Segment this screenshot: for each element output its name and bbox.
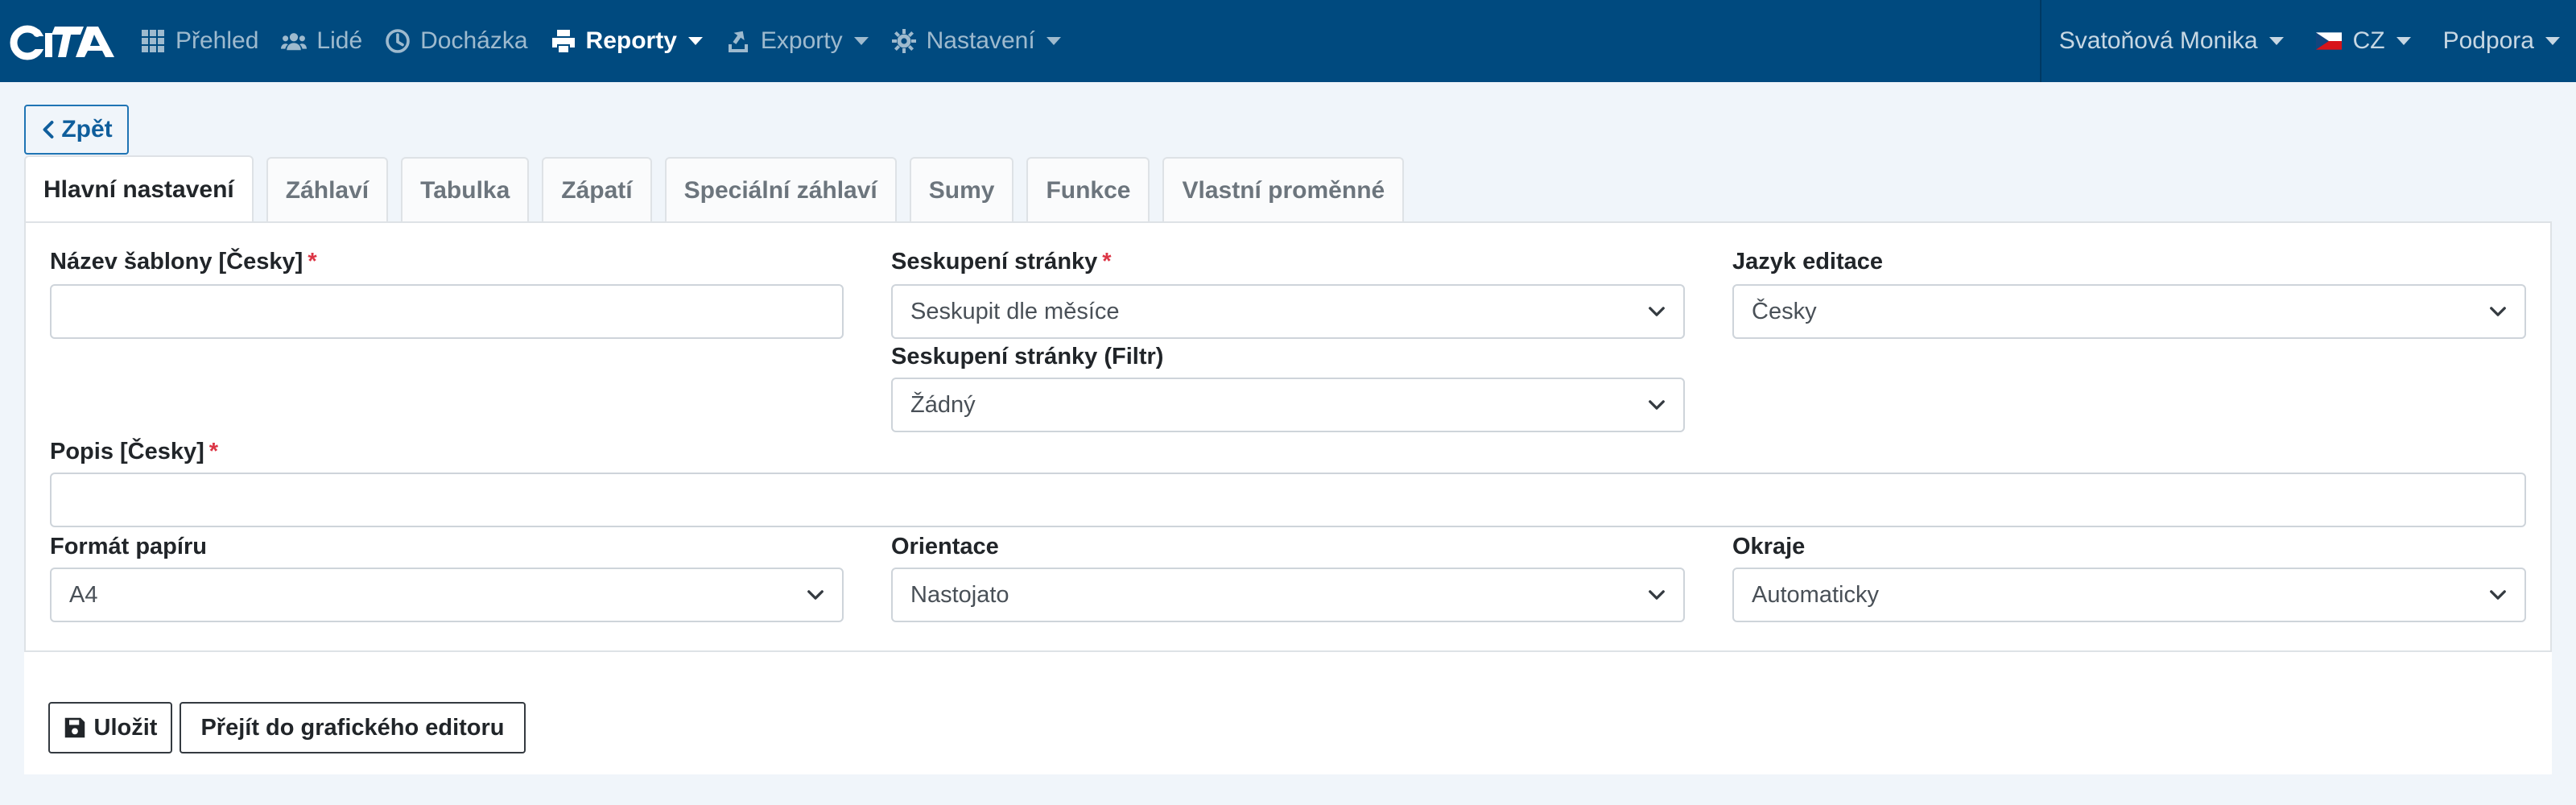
- save-button[interactable]: Uložit: [48, 702, 172, 753]
- margins-select[interactable]: Automaticky: [1732, 568, 2526, 622]
- template-name-field: Název šablony [Česky] *: [50, 249, 844, 339]
- chevron-down-icon: [853, 37, 869, 45]
- nav-people-label: Lidé: [316, 27, 363, 54]
- cita-logo[interactable]: [0, 0, 129, 82]
- page-grouping-field: Seskupení stránky * Seskupit dle měsíce: [891, 249, 1685, 339]
- save-button-label: Uložit: [93, 714, 158, 741]
- margins-label: Okraje: [1732, 534, 1806, 559]
- nav-exports[interactable]: Exporty: [714, 0, 880, 82]
- template-name-label: Název šablony [Česky] *: [50, 249, 844, 275]
- edit-language-label: Jazyk editace: [1732, 249, 1884, 275]
- required-mark: *: [208, 439, 219, 464]
- paper-format-label: Formát papíru: [50, 534, 207, 559]
- page-grouping-label-text: Seskupení stránky: [891, 249, 1098, 275]
- settings-tabs: Hlavní nastavení Záhlaví Tabulka Zápatí …: [24, 155, 2552, 223]
- page-grouping-select[interactable]: Seskupit dle měsíce: [891, 284, 1685, 339]
- edit-language-value: Česky: [1752, 298, 1817, 324]
- nav-divider: [2039, 0, 2041, 82]
- page-grouping-filter-select[interactable]: Žádný: [891, 378, 1685, 432]
- chevron-down-icon: [1649, 400, 1665, 410]
- print-icon: [551, 30, 575, 52]
- main-settings-panel: Název šablony [Česky] * Seskupení stránky…: [24, 221, 2552, 652]
- edit-language-select[interactable]: Česky: [1732, 284, 2526, 339]
- nav-right-group: Svatoňová Monika CZ Podpora: [2039, 0, 2576, 82]
- export-icon: [728, 31, 748, 52]
- nav-attendance[interactable]: Docházka: [374, 0, 539, 82]
- paper-format-field: Formát papíru A4: [50, 534, 844, 622]
- chevron-down-icon: [1046, 37, 1061, 45]
- orientation-field: Orientace Nastojato: [891, 534, 1685, 622]
- language-menu[interactable]: CZ: [2300, 0, 2427, 82]
- nav-overview[interactable]: Přehled: [129, 0, 270, 82]
- tab-sums[interactable]: Sumy: [909, 157, 1014, 223]
- required-mark: *: [308, 249, 317, 275]
- cita-logo-icon: [10, 25, 114, 60]
- template-name-label-text: Název šablony [Česky]: [50, 249, 303, 275]
- chevron-down-icon: [1649, 590, 1665, 600]
- page-grouping-filter-value: Žádný: [910, 391, 976, 418]
- nav-exports-label: Exporty: [760, 27, 843, 54]
- tab-header[interactable]: Záhlaví: [266, 157, 389, 223]
- page-grouping-value: Seskupit dle měsíce: [910, 298, 1120, 324]
- edit-language-field: Jazyk editace Česky: [1732, 249, 2526, 339]
- page-grouping-label: Seskupení stránky *: [891, 249, 1685, 275]
- tab-custom-variables[interactable]: Vlastní proměnné: [1162, 157, 1405, 223]
- gear-icon: [891, 29, 916, 53]
- top-navbar: Přehled Lidé Docházka Reporty Exporty Na…: [0, 0, 2576, 82]
- form-actions: Uložit Přejít do grafického editoru: [24, 652, 2552, 774]
- nav-settings[interactable]: Nastavení: [880, 0, 1072, 82]
- tab-table[interactable]: Tabulka: [401, 157, 530, 223]
- nav-reports-label: Reporty: [585, 27, 677, 54]
- nav-attendance-label: Docházka: [420, 27, 528, 54]
- chevron-down-icon: [807, 590, 824, 600]
- chevron-down-icon: [2268, 37, 2284, 45]
- margins-value: Automaticky: [1752, 581, 1879, 608]
- description-label: Popis [Česky] *: [50, 439, 2526, 465]
- tab-special-header[interactable]: Speciální záhlaví: [664, 157, 897, 223]
- description-field: Popis [Česky] *: [50, 439, 2526, 527]
- language-label: CZ: [2352, 27, 2385, 54]
- user-menu[interactable]: Svatoňová Monika: [2043, 0, 2300, 82]
- tab-functions[interactable]: Funkce: [1026, 157, 1150, 223]
- page-grouping-filter-field: Seskupení stránky (Filtr) Žádný: [891, 344, 1685, 432]
- support-label: Podpora: [2442, 27, 2534, 54]
- tab-footer[interactable]: Zápatí: [542, 157, 652, 223]
- user-name: Svatoňová Monika: [2058, 27, 2258, 54]
- orientation-label: Orientace: [891, 534, 999, 559]
- page-grouping-filter-label: Seskupení stránky (Filtr): [891, 344, 1164, 369]
- chevron-left-icon: [43, 121, 54, 138]
- grid-icon: [142, 30, 164, 52]
- nav-reports[interactable]: Reporty: [539, 0, 714, 82]
- back-button[interactable]: Zpět: [24, 105, 129, 155]
- nav-settings-label: Nastavení: [926, 27, 1035, 54]
- chevron-down-icon: [2545, 37, 2560, 45]
- czech-flag-icon: [2315, 32, 2342, 50]
- users-icon: [281, 33, 308, 51]
- template-name-input[interactable]: [50, 284, 844, 339]
- support-menu[interactable]: Podpora: [2427, 0, 2576, 82]
- graphic-editor-button[interactable]: Přejít do grafického editoru: [180, 702, 526, 753]
- nav-overview-label: Přehled: [175, 27, 259, 54]
- chevron-down-icon: [2490, 307, 2506, 316]
- back-button-label: Zpět: [61, 116, 113, 142]
- description-input[interactable]: [50, 473, 2526, 527]
- orientation-select[interactable]: Nastojato: [891, 568, 1685, 622]
- chevron-down-icon: [2490, 590, 2506, 600]
- nav-people[interactable]: Lidé: [270, 0, 374, 82]
- tab-main-settings[interactable]: Hlavní nastavení: [24, 155, 254, 223]
- chevron-down-icon: [687, 37, 703, 45]
- clock-icon: [386, 29, 410, 53]
- description-label-text: Popis [Česky]: [50, 439, 204, 464]
- chevron-down-icon: [1649, 307, 1665, 316]
- paper-format-value: A4: [69, 581, 98, 608]
- save-icon: [64, 717, 85, 738]
- margins-field: Okraje Automaticky: [1732, 534, 2526, 622]
- chevron-down-icon: [2396, 37, 2411, 45]
- orientation-value: Nastojato: [910, 581, 1009, 608]
- required-mark: *: [1102, 249, 1112, 275]
- paper-format-select[interactable]: A4: [50, 568, 844, 622]
